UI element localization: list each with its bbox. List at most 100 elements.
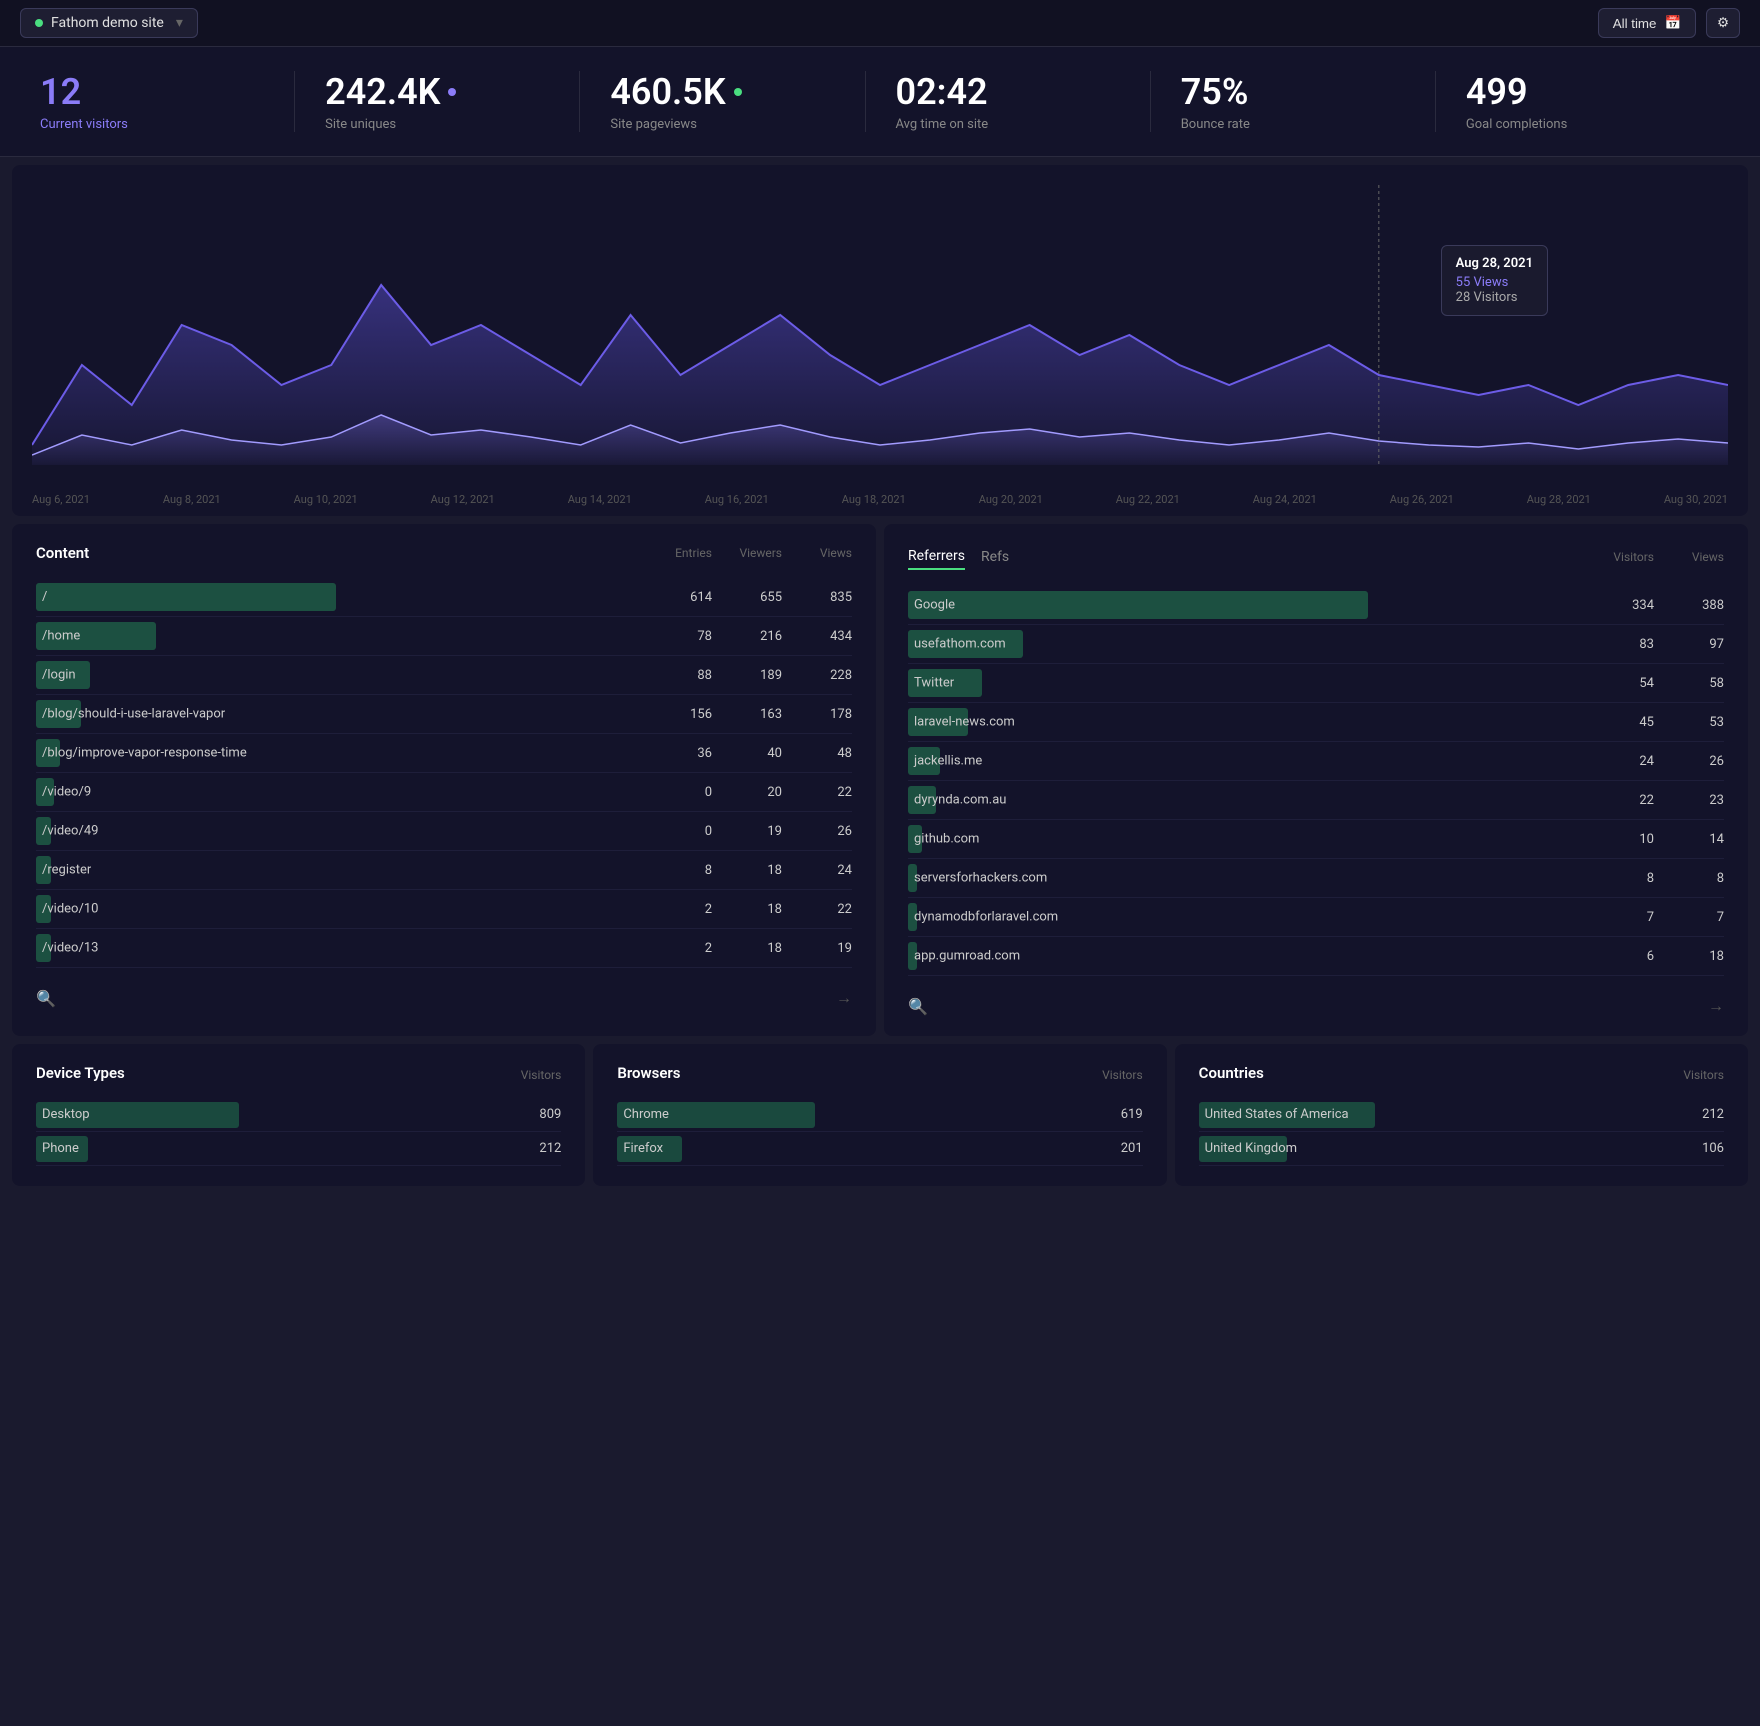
table-row[interactable]: /home78216434 bbox=[36, 617, 852, 656]
row-label: Twitter bbox=[914, 676, 954, 691]
list-item[interactable]: Phone212 bbox=[36, 1132, 561, 1166]
row-value: 19 bbox=[712, 824, 782, 839]
table-row[interactable]: /614655835 bbox=[36, 578, 852, 617]
row-value: 614 bbox=[642, 590, 712, 605]
row-value: 212 bbox=[539, 1141, 561, 1156]
device-types-rows: Desktop809Phone212 bbox=[36, 1098, 561, 1166]
site-selector[interactable]: Fathom demo site ▾ bbox=[20, 8, 198, 38]
row-label: /video/9 bbox=[42, 785, 91, 800]
gear-icon: ⚙ bbox=[1717, 15, 1729, 31]
avg-time-label: Avg time on site bbox=[896, 117, 1120, 132]
row-label: Chrome bbox=[617, 1104, 1120, 1125]
current-visitors-value: 12 bbox=[40, 71, 264, 113]
row-value: 18 bbox=[712, 902, 782, 917]
avg-time-value: 02:42 bbox=[896, 71, 1120, 113]
row-value: 809 bbox=[539, 1107, 561, 1122]
countries-col-label: Visitors bbox=[1683, 1068, 1724, 1082]
referrers-col-visitors: Visitors bbox=[1584, 550, 1654, 564]
list-item[interactable]: Desktop809 bbox=[36, 1098, 561, 1132]
table-row[interactable]: app.gumroad.com618 bbox=[908, 937, 1724, 976]
tab-referrers[interactable]: Referrers bbox=[908, 544, 965, 570]
chart-x-label: Aug 22, 2021 bbox=[1116, 493, 1180, 506]
table-row[interactable]: /video/4901926 bbox=[36, 812, 852, 851]
stat-avg-time: 02:42 Avg time on site bbox=[866, 71, 1151, 132]
time-range-button[interactable]: All time 📅 bbox=[1598, 8, 1696, 38]
list-item[interactable]: United Kingdom106 bbox=[1199, 1132, 1724, 1166]
content-search-button[interactable]: 🔍 bbox=[36, 989, 56, 1008]
chart-section: Aug 28, 2021 55 Views 28 Visitors Aug 6,… bbox=[12, 165, 1748, 516]
content-col-views: Views bbox=[782, 546, 852, 560]
row-label: /video/13 bbox=[42, 941, 98, 956]
row-value: 40 bbox=[712, 746, 782, 761]
row-label: usefathom.com bbox=[914, 637, 1006, 652]
row-value: 8 bbox=[642, 863, 712, 878]
row-value: 26 bbox=[1654, 754, 1724, 769]
row-label: /video/49 bbox=[42, 824, 98, 839]
table-row[interactable]: jackellis.me2426 bbox=[908, 742, 1724, 781]
tab-refs[interactable]: Refs bbox=[981, 545, 1009, 569]
table-row[interactable]: /register 81824 bbox=[36, 851, 852, 890]
table-row[interactable]: /login88189228 bbox=[36, 656, 852, 695]
settings-button[interactable]: ⚙ bbox=[1706, 8, 1740, 38]
browsers-title: Browsers bbox=[617, 1064, 680, 1082]
table-row[interactable]: Google334388 bbox=[908, 586, 1724, 625]
list-item[interactable]: Firefox201 bbox=[617, 1132, 1142, 1166]
site-uniques-label: Site uniques bbox=[325, 117, 549, 132]
table-row[interactable]: Twitter5458 bbox=[908, 664, 1724, 703]
top-right-controls: All time 📅 ⚙ bbox=[1598, 8, 1740, 38]
table-row[interactable]: github.com1014 bbox=[908, 820, 1724, 859]
browsers-header: Browsers Visitors bbox=[617, 1064, 1142, 1086]
row-label: app.gumroad.com bbox=[914, 949, 1020, 964]
tooltip-date: Aug 28, 2021 bbox=[1456, 256, 1533, 271]
list-item[interactable]: United States of America212 bbox=[1199, 1098, 1724, 1132]
chart-x-label: Aug 12, 2021 bbox=[431, 493, 495, 506]
referrers-search-button[interactable]: 🔍 bbox=[908, 997, 928, 1016]
content-table-title: Content bbox=[36, 544, 89, 562]
table-row[interactable]: /blog/improve-vapor-response-time364048 bbox=[36, 734, 852, 773]
row-value: 18 bbox=[712, 863, 782, 878]
row-value: 0 bbox=[642, 824, 712, 839]
table-row[interactable]: dynamodbforlaravel.com77 bbox=[908, 898, 1724, 937]
table-row[interactable]: /video/1321819 bbox=[36, 929, 852, 968]
content-col-viewers: Viewers bbox=[712, 546, 782, 560]
chart-x-label: Aug 24, 2021 bbox=[1253, 493, 1317, 506]
chart-x-label: Aug 18, 2021 bbox=[842, 493, 906, 506]
time-range-label: All time bbox=[1613, 16, 1657, 31]
tables-grid: Content Entries Viewers Views /614655835… bbox=[12, 524, 1748, 1036]
site-name: Fathom demo site bbox=[51, 15, 164, 31]
table-row[interactable]: dyrynda.com.au2223 bbox=[908, 781, 1724, 820]
row-value: 22 bbox=[782, 785, 852, 800]
row-value: 24 bbox=[782, 863, 852, 878]
row-label: /home bbox=[42, 629, 80, 644]
countries-card: Countries Visitors United States of Amer… bbox=[1175, 1044, 1748, 1186]
calendar-icon: 📅 bbox=[1664, 15, 1681, 31]
chart-x-label: Aug 8, 2021 bbox=[163, 493, 221, 506]
row-value: 106 bbox=[1702, 1141, 1724, 1156]
row-value: 48 bbox=[782, 746, 852, 761]
referrers-more-button[interactable]: → bbox=[1708, 996, 1724, 1016]
table-row[interactable]: /blog/should-i-use-laravel-vapor15616317… bbox=[36, 695, 852, 734]
row-value: 10 bbox=[1584, 832, 1654, 847]
chart-x-labels: Aug 6, 2021Aug 8, 2021Aug 10, 2021Aug 12… bbox=[32, 485, 1728, 506]
row-label: /blog/should-i-use-laravel-vapor bbox=[42, 707, 225, 722]
bounce-rate-label: Bounce rate bbox=[1181, 117, 1405, 132]
row-value: 0 bbox=[642, 785, 712, 800]
row-label: United Kingdom bbox=[1199, 1138, 1702, 1159]
table-row[interactable]: laravel-news.com4553 bbox=[908, 703, 1724, 742]
row-label: /register bbox=[42, 863, 91, 878]
table-row[interactable]: /video/1021822 bbox=[36, 890, 852, 929]
table-row[interactable]: /video/902022 bbox=[36, 773, 852, 812]
table-row[interactable]: usefathom.com8397 bbox=[908, 625, 1724, 664]
table-row[interactable]: serversforhackers.com88 bbox=[908, 859, 1724, 898]
row-value: 228 bbox=[782, 668, 852, 683]
chart-container[interactable]: Aug 28, 2021 55 Views 28 Visitors bbox=[32, 185, 1728, 485]
chart-x-label: Aug 6, 2021 bbox=[32, 493, 90, 506]
list-item[interactable]: Chrome619 bbox=[617, 1098, 1142, 1132]
row-value: 189 bbox=[712, 668, 782, 683]
row-label: Desktop bbox=[36, 1104, 539, 1125]
row-label: /video/10 bbox=[42, 902, 98, 917]
content-more-button[interactable]: → bbox=[836, 988, 852, 1008]
row-label: United States of America bbox=[1199, 1104, 1702, 1125]
content-table-rows: /614655835/home78216434/login88189228/bl… bbox=[36, 578, 852, 968]
pageviews-value: 460.5K bbox=[610, 71, 834, 113]
